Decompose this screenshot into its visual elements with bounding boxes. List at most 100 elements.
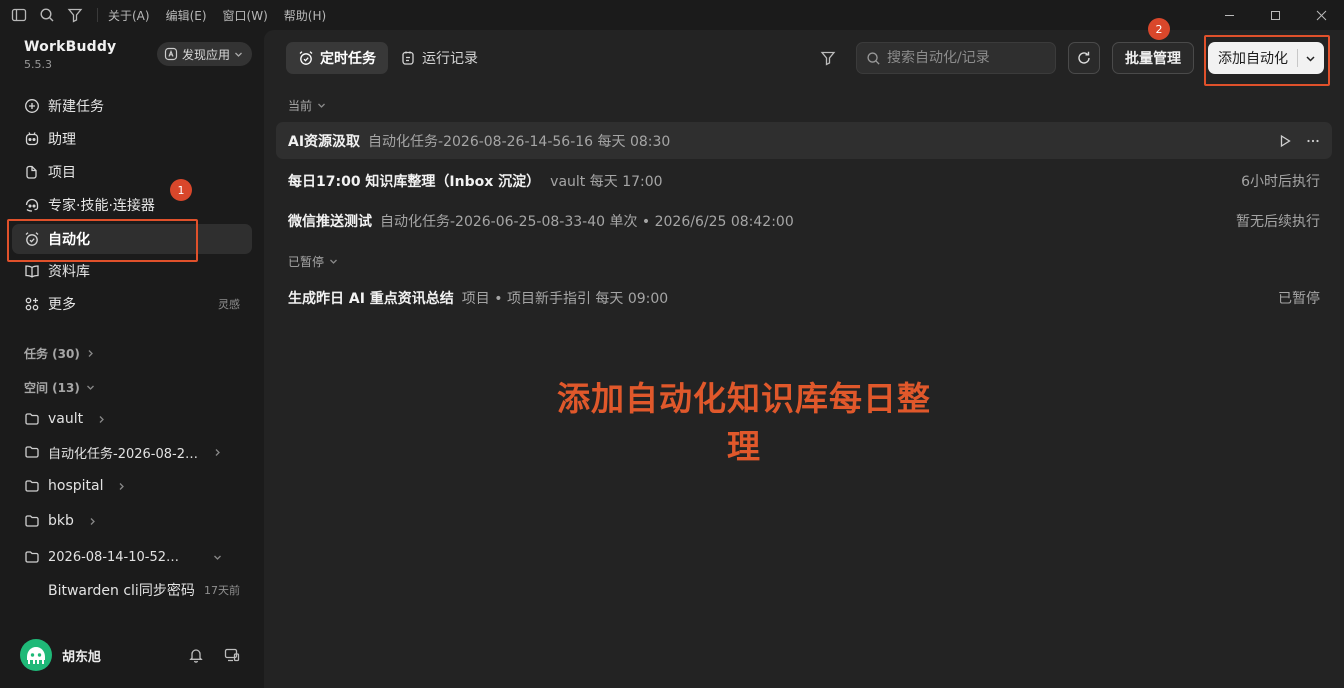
tab-run-history-label: 运行记录 [422,51,478,67]
close-button[interactable] [1298,0,1344,30]
chevron-right-icon [117,482,126,491]
space-item-label: 自动化任务-2026-08-2… [48,446,198,462]
space-item-bkb[interactable]: bkb [24,509,240,533]
grid-plus-icon [24,296,40,312]
plus-circle-icon [24,98,40,114]
space-item-hospital[interactable]: hospital [24,474,240,498]
folder-icon [24,478,40,494]
chevron-right-icon [97,415,106,424]
chevron-right-icon [86,349,95,358]
expert-icon [24,197,40,213]
tasks-section-header[interactable]: 任务 (30) [24,345,95,362]
search-box[interactable] [856,42,1056,74]
space-sub-item-label: Bitwarden cli同步密码 [48,583,195,599]
avatar[interactable] [20,639,52,671]
search-icon [866,51,881,66]
task-row-actions [1278,134,1320,148]
titlebar-divider [97,8,98,22]
nav-library[interactable]: 资料库 [12,256,252,286]
space-item-label: bkb [48,513,74,529]
play-icon[interactable] [1278,134,1292,148]
bell-icon[interactable] [188,647,204,663]
nav-project-label: 项目 [48,165,76,181]
nav-more-label: 更多 [48,297,76,313]
nav-experts[interactable]: 专家·技能·连接器 [12,190,252,220]
minimize-button[interactable] [1206,0,1252,30]
filter-icon[interactable] [67,7,83,23]
group-paused-header[interactable]: 已暂停 [288,253,338,270]
tab-scheduled-tasks-label: 定时任务 [320,51,376,67]
menu-window[interactable]: 窗口(W) [223,7,268,24]
filter-button[interactable] [818,42,838,74]
search-input[interactable] [887,50,1047,66]
space-item-vault[interactable]: vault [24,407,240,431]
nav-more[interactable]: 更多 灵感 [12,289,252,319]
search-icon[interactable] [39,7,55,23]
refresh-icon [1076,50,1092,66]
task-row[interactable]: AI资源汲取 自动化任务-2026-08-26-14-56-16 每天 08:3… [276,122,1332,159]
menu-edit[interactable]: 编辑(E) [166,7,207,24]
device-icon[interactable] [224,647,240,663]
task-row[interactable]: 微信推送测试 自动化任务-2026-06-25-08-33-40 单次 • 20… [276,202,1332,239]
book-icon [24,263,40,279]
task-title: 每日17:00 知识库整理（Inbox 沉淀） [288,173,541,190]
annotation-caption: 添加自动化知识库每日整理 [557,379,931,466]
task-title: 微信推送测试 [288,213,372,230]
nav-automation[interactable]: 自动化 [12,224,252,254]
discover-apps-button[interactable]: 发现应用 [157,42,253,66]
spaces-section-header[interactable]: 空间 (13) [24,379,95,396]
step-badge-2: 2 [1148,18,1170,40]
chevron-right-icon [213,448,222,457]
group-current-label: 当前 [288,99,313,113]
chevron-down-icon [213,553,222,562]
chevron-down-icon [234,50,243,59]
space-item-automation-task[interactable]: 自动化任务-2026-08-2… [24,440,240,464]
space-item-label: vault [48,411,84,427]
add-automation-label: 添加自动化 [1218,51,1288,67]
space-item-label: hospital [48,478,104,494]
nav-project[interactable]: 项目 [12,157,252,187]
sidebar-toggle-icon[interactable] [11,7,27,23]
task-row[interactable]: 每日17:00 知识库整理（Inbox 沉淀） vault 每天 17:00 6… [276,162,1332,199]
title-bar: 关于(A) 编辑(E) 窗口(W) 帮助(H) [0,0,1344,30]
nav-more-hint: 灵感 [218,298,240,311]
nav-library-label: 资料库 [48,264,90,280]
batch-manage-button[interactable]: 批量管理 [1112,42,1194,74]
user-name[interactable]: 胡东旭 [62,646,101,665]
add-automation-button[interactable]: 添加自动化 [1208,42,1324,74]
alarm-check-icon [298,50,314,66]
refresh-button[interactable] [1068,42,1100,74]
brand: WorkBuddy 5.5.3 [24,39,116,71]
app-version: 5.5.3 [24,58,52,71]
assistant-icon [24,131,40,147]
chevron-down-icon[interactable] [1305,53,1316,64]
folder-icon [24,411,40,427]
space-item-dated[interactable]: 2026-08-14-10-52… [24,545,240,569]
task-title: 生成昨日 AI 重点资讯总结 [288,290,454,307]
task-status: 6小时后执行 [1241,173,1320,190]
task-status: 已暂停 [1278,290,1320,307]
project-icon [24,164,40,180]
tab-scheduled-tasks[interactable]: 定时任务 [286,42,388,74]
alarm-clock-icon [24,231,40,247]
tab-run-history[interactable]: 运行记录 [388,42,490,74]
nav-new-task[interactable]: 新建任务 [12,91,252,121]
maximize-button[interactable] [1252,0,1298,30]
user-area: 胡东旭 [20,638,248,672]
minimize-icon [1224,10,1235,21]
more-icon[interactable] [1306,134,1320,148]
space-sub-item[interactable]: Bitwarden cli同步密码 17天前 [48,578,240,602]
menu-help[interactable]: 帮助(H) [284,7,326,24]
app-store-icon [164,47,178,61]
chevron-down-icon [329,257,338,266]
main-panel: 定时任务 运行记录 批量管理 添加自动化 当前 AI资源汲取 自动化任务-202… [264,30,1344,688]
clock-list-icon [400,50,416,66]
nav-assistant[interactable]: 助理 [12,124,252,154]
folder-icon [24,549,40,565]
menu-about[interactable]: 关于(A) [108,7,150,24]
group-paused-label: 已暂停 [288,255,325,269]
task-row[interactable]: 生成昨日 AI 重点资讯总结 项目 • 项目新手指引 每天 09:00 已暂停 [276,279,1332,316]
group-current-header[interactable]: 当前 [288,97,326,114]
task-meta: 自动化任务-2026-08-26-14-56-16 每天 08:30 [368,133,671,150]
tasks-section-label: 任务 (30) [24,347,80,361]
